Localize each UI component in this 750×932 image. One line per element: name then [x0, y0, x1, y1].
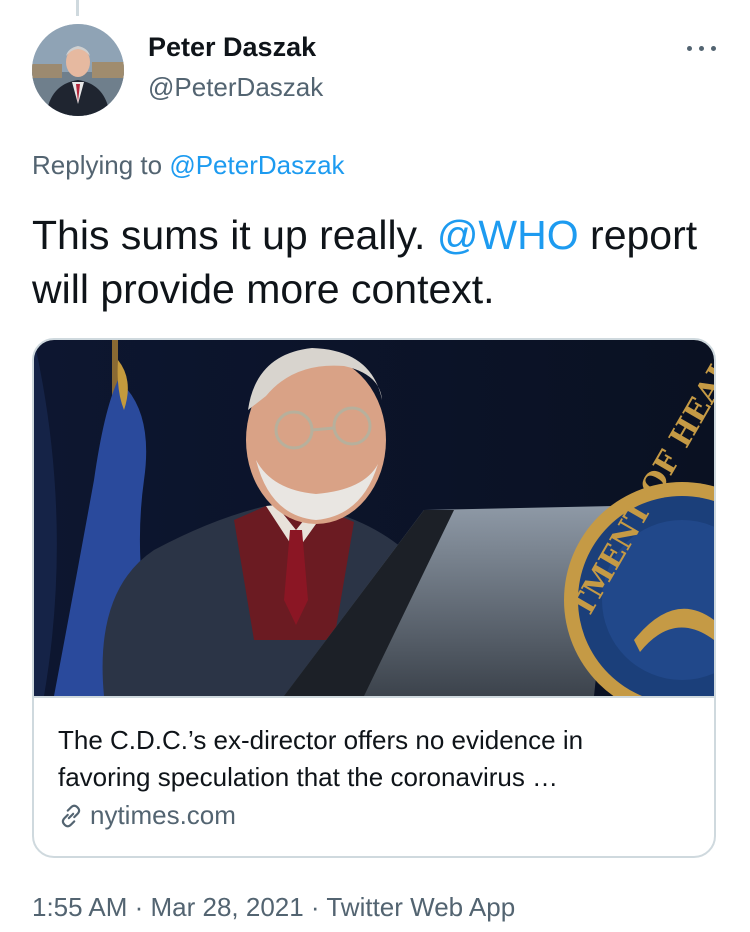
author-handle[interactable]: @PeterDaszak [148, 72, 323, 103]
tweet-text-part1: This sums it up really. [32, 212, 426, 258]
card-divider [34, 696, 714, 698]
link-icon [61, 804, 81, 827]
card-description-line1: The C.D.C.’s ex-director offers no evide… [58, 725, 584, 755]
card-domain[interactable]: nytimes.com [58, 800, 236, 831]
replying-to-handle-link[interactable]: @PeterDaszak [169, 150, 344, 180]
thread-connector-line [76, 0, 79, 16]
card-description[interactable]: The C.D.C.’s ex-director offers no evide… [58, 722, 688, 796]
who-mention-link[interactable]: @WHO [437, 212, 579, 258]
author-name[interactable]: Peter Daszak [148, 32, 316, 63]
author-avatar[interactable] [32, 24, 124, 116]
replying-to-line: Replying to @PeterDaszak [32, 150, 345, 181]
tweet-timestamp[interactable]: 1:55 AM · Mar 28, 2021 · Twitter Web App [32, 892, 515, 923]
card-domain-text: nytimes.com [90, 800, 236, 830]
article-image: TMENT OF HEAL [34, 340, 714, 696]
link-preview-card[interactable]: TMENT OF HEAL The C.D.C.’s ex-director o… [32, 338, 716, 858]
tweet-text: This sums it up really. @WHO report will… [32, 208, 722, 316]
card-description-line2: favoring speculation that the coronaviru… [58, 762, 559, 792]
replying-to-label: Replying to [32, 150, 163, 180]
more-horizontal-icon[interactable] [684, 38, 720, 58]
